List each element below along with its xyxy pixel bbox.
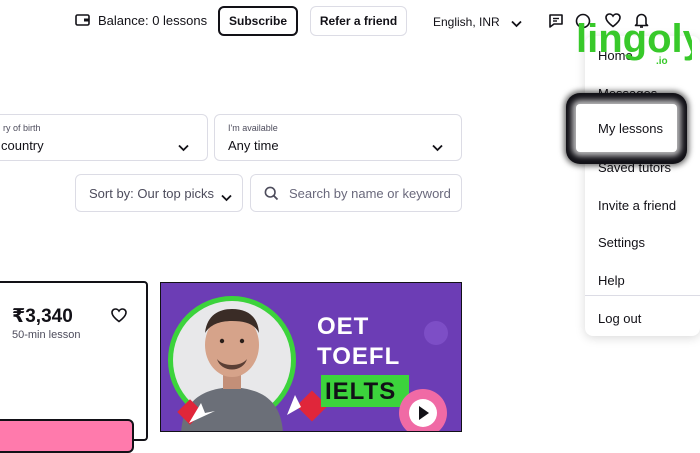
country-filter[interactable]: ry of birth country [0, 114, 208, 161]
video-text-line3: IELTS [325, 378, 397, 405]
menu-item-log-out[interactable]: Log out [598, 311, 641, 326]
subscribe-button[interactable]: Subscribe [218, 6, 298, 36]
menu-item-invite-friend[interactable]: Invite a friend [598, 198, 676, 213]
tutor-card[interactable]: ₹3,340 50-min lesson [0, 281, 148, 453]
menu-item-help[interactable]: Help [598, 273, 625, 288]
chevron-down-icon [511, 15, 522, 33]
tutor-duration: 50-min lesson [12, 329, 81, 341]
messages-icon[interactable] [548, 13, 564, 34]
chevron-down-icon [221, 189, 232, 207]
balance-text[interactable]: Balance: 0 lessons [98, 13, 207, 28]
video-thumbnail [161, 283, 461, 431]
availability-filter-value: Any time [228, 138, 279, 153]
video-text-line1: OET [317, 313, 370, 340]
availability-filter-label: I'm available [228, 123, 278, 133]
svg-text:.io: .io [656, 56, 668, 67]
availability-filter[interactable]: I'm available Any time [214, 114, 462, 161]
save-heart-icon[interactable] [111, 308, 127, 328]
country-filter-label: ry of birth [3, 123, 41, 133]
menu-item-my-lessons-inner: My lessons [576, 104, 677, 152]
menu-divider [585, 295, 700, 296]
tutor-price: ₹3,340 [12, 306, 73, 327]
svg-text:lingoly: lingoly [576, 17, 692, 61]
video-card[interactable]: OET TOEFL IELTS [160, 282, 462, 432]
lingoly-logo: lingoly .io [574, 12, 700, 68]
user-menu: Home Messages Saved tutors Invite a frie… [585, 36, 700, 336]
locale-selector[interactable]: English, INR [433, 13, 523, 29]
chevron-down-icon [432, 139, 443, 157]
search-box[interactable]: Search by name or keyword [250, 174, 462, 212]
refer-friend-button[interactable]: Refer a friend [310, 6, 407, 36]
sort-dropdown[interactable]: Sort by: Our top picks [75, 174, 243, 212]
wallet-icon [75, 13, 91, 32]
chevron-down-icon [178, 139, 189, 157]
sort-label: Sort by: Our top picks [89, 186, 214, 201]
search-placeholder: Search by name or keyword [289, 186, 451, 201]
search-icon [264, 186, 279, 206]
video-text-line2: TOEFL [317, 343, 401, 370]
locale-label: English, INR [433, 15, 500, 29]
menu-item-my-lessons: My lessons [598, 121, 664, 136]
book-lesson-button[interactable] [0, 419, 134, 453]
menu-item-settings[interactable]: Settings [598, 235, 645, 250]
menu-item-my-lessons-highlight[interactable]: My lessons [566, 93, 687, 164]
country-filter-value: country [1, 138, 44, 153]
